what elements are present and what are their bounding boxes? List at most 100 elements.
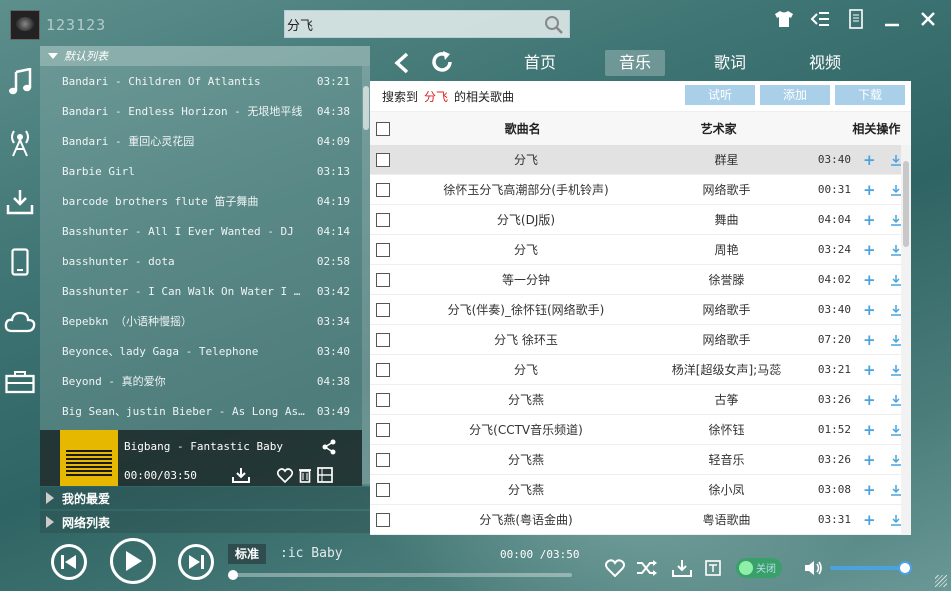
- playlist-item[interactable]: barcode brothers flute 笛子舞曲 04:19: [40, 186, 370, 216]
- row-checkbox[interactable]: [376, 212, 390, 227]
- table-row[interactable]: 分飞 群星 03:40 +: [370, 145, 911, 175]
- tab-lyrics[interactable]: 歌词: [700, 50, 760, 76]
- delete-trash-icon[interactable]: [296, 466, 314, 484]
- table-row[interactable]: 等一分钟 徐誉滕 04:02 +: [370, 265, 911, 295]
- row-download-icon[interactable]: [890, 304, 902, 316]
- row-download-icon[interactable]: [890, 514, 902, 526]
- playlist-item[interactable]: Bandari - Endless Horizon - 无垠地平线 04:38: [40, 96, 370, 126]
- user-avatar[interactable]: [10, 10, 40, 40]
- add-to-list-icon[interactable]: +: [863, 361, 876, 379]
- table-row[interactable]: 分飞燕 古筝 03:26 +: [370, 385, 911, 415]
- group-favorites[interactable]: 我的最爱: [40, 487, 370, 509]
- album-cover[interactable]: [60, 430, 118, 486]
- row-checkbox[interactable]: [376, 512, 390, 527]
- download-button[interactable]: 下载: [835, 85, 905, 105]
- row-download-icon[interactable]: [890, 424, 902, 436]
- music-note-icon[interactable]: [0, 52, 40, 112]
- add-to-list-icon[interactable]: +: [863, 241, 876, 259]
- row-checkbox[interactable]: [376, 152, 390, 167]
- playlist-item[interactable]: Bepebkn （小语种慢摇） 03:34: [40, 306, 370, 336]
- playlist-item[interactable]: Big Sean、justin Bieber - As Long As Y… 03…: [40, 396, 370, 426]
- row-checkbox[interactable]: [376, 332, 390, 347]
- add-to-list-icon[interactable]: +: [863, 151, 876, 169]
- row-checkbox[interactable]: [376, 452, 390, 467]
- preview-button[interactable]: 试听: [685, 85, 755, 105]
- add-to-list-icon[interactable]: +: [863, 481, 876, 499]
- playlist-item[interactable]: Basshunter - I Can Walk On Water I Can… 0…: [40, 276, 370, 306]
- add-to-list-icon[interactable]: +: [863, 421, 876, 439]
- progress-bar[interactable]: [228, 570, 572, 580]
- results-scroll-thumb[interactable]: [903, 161, 909, 247]
- download-song-icon[interactable]: [232, 466, 250, 484]
- play-button[interactable]: [110, 538, 156, 584]
- mv-film-icon[interactable]: [316, 466, 334, 484]
- search-input[interactable]: [287, 13, 537, 35]
- table-row[interactable]: 分飞(CCTV音乐频道) 徐怀钰 01:52 +: [370, 415, 911, 445]
- row-checkbox[interactable]: [376, 422, 390, 437]
- add-to-list-icon[interactable]: +: [863, 331, 876, 349]
- quality-badge[interactable]: 标准: [228, 544, 266, 564]
- table-row[interactable]: 分飞 杨洋[超级女声];马蕊 03:21 +: [370, 355, 911, 385]
- share-icon[interactable]: [320, 438, 338, 456]
- cloud-icon[interactable]: [0, 292, 40, 352]
- row-download-icon[interactable]: [890, 454, 902, 466]
- phone-icon[interactable]: [0, 232, 40, 292]
- user-name[interactable]: 123123: [46, 16, 106, 34]
- playlist-item[interactable]: basshunter - dota 02:58: [40, 246, 370, 276]
- row-download-icon[interactable]: [890, 244, 902, 256]
- lyrics-word-icon[interactable]: [702, 557, 724, 579]
- progress-knob[interactable]: [228, 570, 238, 580]
- row-checkbox[interactable]: [376, 482, 390, 497]
- row-download-icon[interactable]: [890, 364, 902, 376]
- add-to-list-icon[interactable]: +: [863, 211, 876, 229]
- table-row[interactable]: 分飞(DJ版) 舞曲 04:04 +: [370, 205, 911, 235]
- playlist-item[interactable]: Bandari - 重回心灵花园 04:09: [40, 126, 370, 156]
- row-download-icon[interactable]: [890, 184, 902, 196]
- favorite-icon[interactable]: [604, 557, 626, 579]
- add-to-list-icon[interactable]: +: [863, 391, 876, 409]
- resize-grip[interactable]: [935, 575, 947, 587]
- playlist-item[interactable]: Beyond - 真的爱你 04:38: [40, 366, 370, 396]
- tab-music[interactable]: 音乐: [605, 50, 665, 76]
- desktop-lyrics-toggle[interactable]: 关闭: [736, 558, 782, 578]
- download-icon[interactable]: [671, 557, 693, 579]
- skin-icon[interactable]: [773, 8, 795, 30]
- volume-bar[interactable]: [830, 566, 906, 570]
- favorite-heart-icon[interactable]: [276, 466, 294, 484]
- row-download-icon[interactable]: [890, 484, 902, 496]
- next-button[interactable]: [178, 544, 214, 580]
- row-checkbox[interactable]: [376, 392, 390, 407]
- row-checkbox[interactable]: [376, 242, 390, 257]
- playlist-item[interactable]: Basshunter - All I Ever Wanted - DJ 04:14: [40, 216, 370, 246]
- previous-button[interactable]: [51, 544, 87, 580]
- table-row[interactable]: 分飞 徐环玉 网络歌手 07:20 +: [370, 325, 911, 355]
- row-download-icon[interactable]: [890, 154, 902, 166]
- row-checkbox[interactable]: [376, 302, 390, 317]
- add-to-list-icon[interactable]: +: [863, 451, 876, 469]
- row-checkbox[interactable]: [376, 272, 390, 287]
- table-row[interactable]: 分飞(伴奏)_徐怀钰(网络歌手) 网络歌手 03:40 +: [370, 295, 911, 325]
- select-all-checkbox[interactable]: [376, 121, 390, 136]
- playlist-header[interactable]: 默认列表: [40, 46, 370, 66]
- playlist-scroll-thumb[interactable]: [363, 86, 369, 130]
- add-to-list-icon[interactable]: +: [863, 271, 876, 289]
- search-icon[interactable]: [543, 14, 565, 36]
- results-scrollbar[interactable]: [901, 145, 911, 535]
- table-row[interactable]: 分飞燕 轻音乐 03:26 +: [370, 445, 911, 475]
- row-download-icon[interactable]: [890, 214, 902, 226]
- playlist-item[interactable]: Barbie Girl 03:13: [40, 156, 370, 186]
- minimize-icon[interactable]: [881, 8, 903, 30]
- toolbox-icon[interactable]: [0, 352, 40, 412]
- row-checkbox[interactable]: [376, 362, 390, 377]
- volume-knob[interactable]: [898, 561, 912, 575]
- close-icon[interactable]: [917, 8, 939, 30]
- volume-icon[interactable]: [803, 557, 825, 579]
- table-row[interactable]: 分飞 周艳 03:24 +: [370, 235, 911, 265]
- row-checkbox[interactable]: [376, 182, 390, 197]
- group-network[interactable]: 网络列表: [40, 511, 370, 533]
- add-to-list-icon[interactable]: +: [863, 511, 876, 529]
- download-icon[interactable]: [0, 172, 40, 232]
- add-to-list-icon[interactable]: +: [863, 301, 876, 319]
- table-row[interactable]: 分飞燕(粤语金曲) 粤语歌曲 03:31 +: [370, 505, 911, 535]
- row-download-icon[interactable]: [890, 274, 902, 286]
